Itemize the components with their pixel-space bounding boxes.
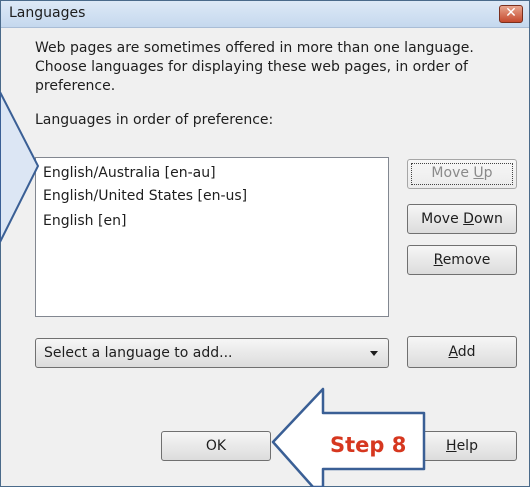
language-select-value: Select a language to add... — [44, 345, 233, 361]
title-bar: Languages ✕ — [1, 1, 529, 28]
description-line-2: Choose languages for displaying these we… — [35, 59, 468, 75]
list-item[interactable]: English/United States [en-us] — [43, 188, 247, 204]
step-label: Step 8 — [330, 433, 407, 457]
description-line-3: preference. — [35, 78, 116, 94]
remove-button[interactable]: Remove — [407, 245, 517, 275]
help-button[interactable]: Help — [407, 431, 517, 461]
list-label: Languages in order of preference: — [35, 112, 274, 128]
close-icon: ✕ — [505, 5, 517, 21]
annotation-arrow-left — [0, 92, 40, 243]
list-item[interactable]: English/Australia [en-au] — [43, 165, 216, 181]
language-select[interactable]: Select a language to add... — [35, 338, 389, 368]
list-item[interactable]: English [en] — [43, 213, 126, 229]
focus-ring — [411, 163, 513, 185]
ok-button[interactable]: OK — [161, 431, 271, 461]
languages-list[interactable]: English/Australia [en-au] English/United… — [35, 157, 389, 317]
move-down-button[interactable]: Move Down — [407, 204, 517, 234]
close-button[interactable]: ✕ — [499, 5, 523, 23]
add-button[interactable]: Add — [407, 336, 517, 368]
description-line-1: Web pages are sometimes offered in more … — [35, 40, 474, 56]
window-title: Languages — [9, 5, 86, 21]
move-up-button[interactable]: Move Up — [407, 159, 517, 189]
languages-dialog: Languages ✕ Web pages are sometimes offe… — [0, 0, 530, 487]
dropdown-arrow-icon — [370, 351, 378, 356]
